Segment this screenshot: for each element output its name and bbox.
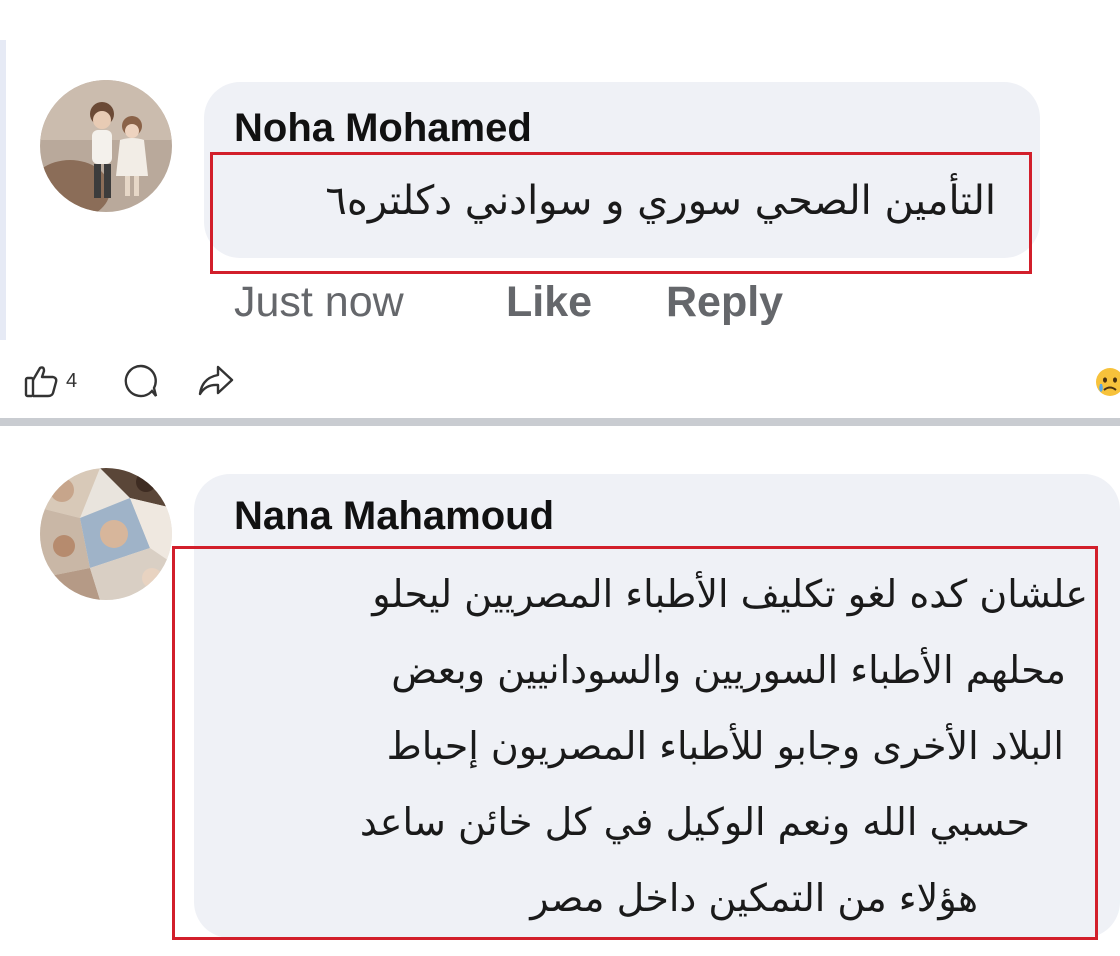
share-icon[interactable] (196, 362, 236, 405)
avatar-noha-mohamed[interactable] (40, 80, 172, 212)
post-actions-bar: 4 (0, 350, 1120, 414)
comment-icon[interactable] (122, 362, 160, 405)
sad-emoji-icon (1090, 364, 1120, 400)
highlight-box-2 (172, 546, 1098, 940)
thumbs-up-icon[interactable] (22, 362, 60, 405)
like-button[interactable]: Like (506, 278, 592, 327)
comment-author-1[interactable]: Noha Mohamed (234, 106, 532, 151)
comment-timestamp: Just now (234, 278, 404, 326)
avatar-nana-mahamoud[interactable] (40, 468, 172, 600)
like-count: 4 (66, 370, 78, 392)
highlight-box-1 (210, 152, 1032, 274)
comment-author-2[interactable]: Nana Mahamoud (234, 494, 554, 539)
screenshot-page: Noha Mohamed التأمين الصحي سوري و سوادني… (0, 0, 1120, 956)
post-divider (0, 418, 1120, 426)
reply-button[interactable]: Reply (666, 278, 783, 327)
card-accent-bar (0, 40, 6, 340)
